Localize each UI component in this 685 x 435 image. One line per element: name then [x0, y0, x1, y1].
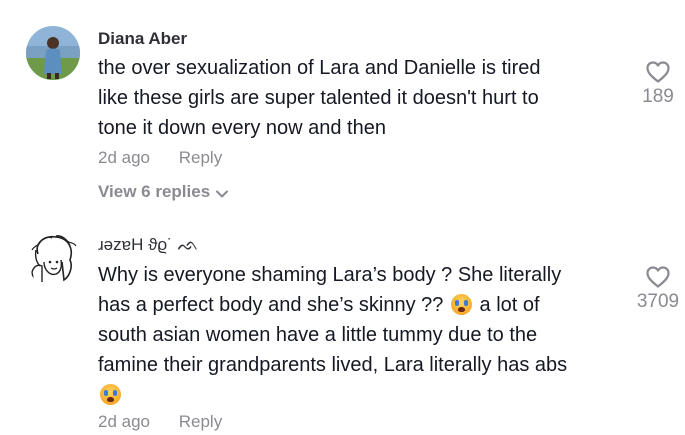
- reply-button[interactable]: Reply: [179, 148, 222, 167]
- comment-text-line: the over sexualization of Lara and Danie…: [98, 57, 541, 79]
- like-count: 189: [642, 86, 674, 107]
- comment-text-segment: has a perfect body and she’s skinny ??: [98, 294, 444, 316]
- comment-meta: 2d ago Reply: [98, 412, 222, 432]
- like-group: 3709: [628, 265, 685, 313]
- comment-text: Why is everyone shaming Lara’s body ? Sh…: [98, 260, 618, 410]
- view-replies-label: View 6 replies: [98, 182, 211, 201]
- comment-text-line: Why is everyone shaming Lara’s body ? Sh…: [98, 264, 562, 286]
- comment-text-segment: a lot of: [473, 294, 540, 316]
- comment-item: Diana Aber the over sexualization of Lar…: [0, 0, 685, 215]
- comment-text-line: like these girls are super talented it d…: [98, 87, 539, 109]
- crying-face-emoji-icon: [100, 384, 121, 405]
- heart-icon[interactable]: [645, 265, 671, 289]
- comment-text: the over sexualization of Lara and Danie…: [98, 53, 618, 143]
- comment-text-line: famine their grandparents lived, Lara li…: [98, 354, 568, 376]
- like-group: 189: [628, 60, 685, 108]
- comment-username[interactable]: Diana Aber: [98, 29, 187, 49]
- comment-text-line: has a perfect body and she’s skinny ?? a…: [98, 290, 618, 320]
- reply-button[interactable]: Reply: [179, 412, 222, 431]
- comment-age: 2d ago: [98, 148, 150, 167]
- avatar[interactable]: [26, 232, 80, 286]
- comment-text-line: south asian women have a little tummy du…: [98, 324, 538, 346]
- avatar[interactable]: [26, 26, 80, 80]
- comment-item: ɹǝzɐH ϑϱ˙ ᨒ Why is everyone shaming Lara…: [0, 215, 685, 435]
- comment-meta: 2d ago Reply: [98, 148, 222, 168]
- like-count: 3709: [636, 291, 680, 312]
- sketch-drawing-avatar-icon: [26, 232, 80, 286]
- comment-text-line: [98, 380, 618, 410]
- comment-username[interactable]: ɹǝzɐH ϑϱ˙ ᨒ: [98, 235, 199, 255]
- view-replies-button[interactable]: View 6 replies: [98, 182, 229, 203]
- user-photo-avatar-icon: [26, 26, 80, 80]
- heart-icon[interactable]: [645, 60, 671, 84]
- comment-age: 2d ago: [98, 412, 150, 431]
- chevron-down-icon: [216, 183, 229, 203]
- comment-text-line: tone it down every now and then: [98, 117, 386, 139]
- crying-face-emoji-icon: [450, 294, 472, 315]
